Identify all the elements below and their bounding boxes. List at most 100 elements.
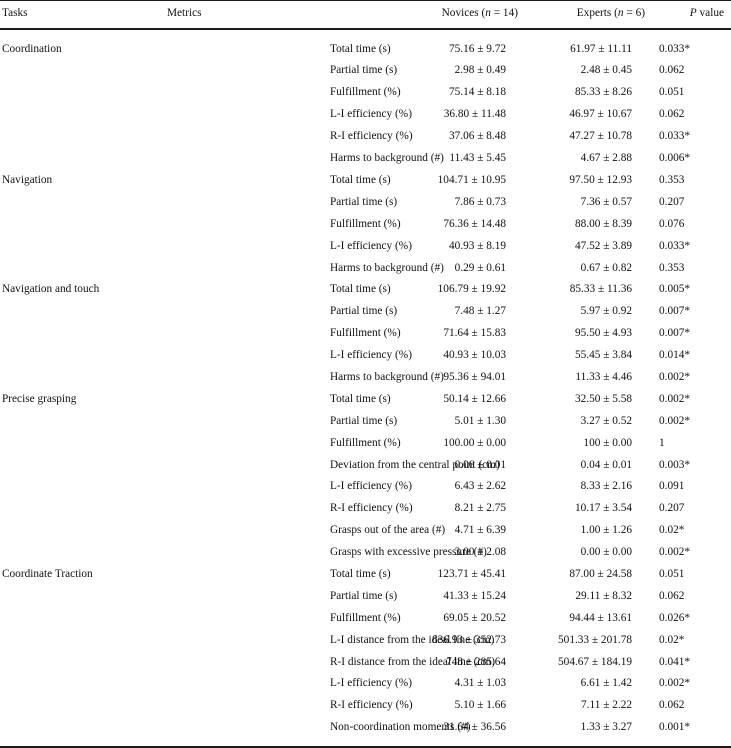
metric-label: Grasps out of the area (#) (330, 524, 446, 537)
metric-label: Fulfillment (%) (330, 86, 401, 99)
novices-value: 100.00 ± 0.00 (443, 436, 506, 449)
metric-label: Deviation from the central point (cm) (330, 458, 500, 471)
experts-value: 55.45 ± 3.84 (574, 349, 632, 362)
column-header-pvalue: P value (645, 1, 731, 29)
metric-label: Grasps with excessive pressure (#) (330, 546, 487, 559)
experts-value: 88.00 ± 8.39 (574, 217, 632, 230)
table-row: Partial time (s) 5.01 ± 1.30 3.27 ± 0.52 0.… (0, 410, 731, 432)
metric-label: Partial time (s) (330, 195, 398, 208)
table-row: Coordinate Traction Total time (s) 123.71 … (0, 564, 731, 586)
experts-value: 94.44 ± 13.61 (569, 611, 632, 624)
experts-value: 501.33 ± 201.78 (558, 633, 632, 646)
metric-label: Fulfillment (%) (330, 436, 401, 449)
task-cell-empty (0, 695, 165, 717)
task-cell-empty (0, 104, 165, 126)
novices-prefix: Novices ( (441, 7, 486, 19)
table-row: Fulfillment (%) 75.14 ± 8.18 85.33 ± 8.26 0… (0, 82, 731, 104)
task-cell-empty (0, 432, 165, 454)
table-header: Tasks Metrics Novices (n = 14) Experts (… (0, 0, 731, 32)
novices-value: 104.71 ± 10.95 (437, 173, 506, 186)
experts-value: 8.33 ± 2.16 (580, 480, 632, 493)
p-value: 0.062 (659, 589, 685, 602)
task-cell-empty (0, 367, 165, 389)
experts-value: 11.33 ± 4.46 (575, 370, 632, 383)
p-value: 0.006* (659, 152, 691, 165)
metric-label: Harms to background (#) (330, 261, 444, 274)
novices-value: 106.79 ± 19.92 (437, 283, 506, 296)
p-value: 0.353 (659, 261, 685, 274)
task-cell-empty (0, 410, 165, 432)
task-cell-empty (0, 323, 165, 345)
metric-label: Harms to background (#) (330, 370, 444, 383)
table-row: L-I efficiency (%) 36.80 ± 11.48 46.97 ± 1… (0, 104, 731, 126)
p-value: 0.062 (659, 64, 685, 77)
experts-value: 29.11 ± 8.32 (575, 589, 632, 602)
experts-value: 32.50 ± 5.58 (574, 392, 632, 405)
p-value: 0.062 (659, 108, 685, 121)
experts-value: 3.27 ± 0.52 (580, 414, 632, 427)
table-row: Harms to background (#) 95.36 ± 94.01 11.3… (0, 367, 731, 389)
metric-label: R-I distance from the ideal line (cm) (330, 655, 495, 668)
experts-value: 46.97 ± 10.67 (569, 108, 632, 121)
novices-value: 2.98 ± 0.49 (454, 64, 506, 77)
experts-value: 47.27 ± 10.78 (569, 130, 632, 143)
table-row: L-I efficiency (%) 40.93 ± 8.19 47.52 ± 3.… (0, 235, 731, 257)
table-row: Fulfillment (%) 76.36 ± 14.48 88.00 ± 8.39… (0, 213, 731, 235)
metric-label: R-I efficiency (%) (330, 502, 413, 515)
experts-value: 7.36 ± 0.57 (580, 195, 632, 208)
task-group-label: Navigation and touch (2, 283, 100, 296)
column-header-metrics: Metrics (167, 7, 202, 19)
task-cell-empty (0, 651, 165, 673)
column-header-tasks: Tasks (2, 7, 28, 19)
experts-value: 95.50 ± 4.93 (574, 327, 632, 340)
experts-value: 85.33 ± 11.36 (569, 283, 632, 296)
p-value: 0.026* (659, 611, 691, 624)
table-row: Navigation Total time (s) 104.71 ± 10.95 97… (0, 170, 731, 192)
header-row: Tasks Metrics Novices (n = 14) Experts (… (0, 1, 731, 29)
experts-value: 0.04 ± 0.01 (580, 458, 632, 471)
experts-suffix: = 6) (623, 7, 645, 19)
novices-value: 71.64 ± 15.83 (443, 327, 506, 340)
experts-value: 0.67 ± 0.82 (580, 261, 632, 274)
p-value: 0.002* (659, 392, 691, 405)
task-cell-empty (0, 498, 165, 520)
experts-value: 100 ± 0.00 (583, 436, 632, 449)
metric-label: Non-coordination moments (#) (330, 721, 471, 734)
novices-value: 50.14 ± 12.66 (443, 392, 506, 405)
task-cell-empty (0, 629, 165, 651)
task-group-label: Coordinate Traction (2, 567, 93, 580)
metric-label: Fulfillment (%) (330, 611, 401, 624)
table-row: Grasps with excessive pressure (#) 3.00 ±… (0, 542, 731, 564)
metric-label: L-I distance from the ideal line (cm) (330, 633, 495, 646)
p-value: 0.033* (659, 42, 691, 55)
table-row: Fulfillment (%) 69.05 ± 20.52 94.44 ± 13.6… (0, 607, 731, 629)
task-group-label: Coordination (2, 42, 62, 55)
pvalue-suffix: value (696, 7, 724, 19)
table-row: Deviation from the central point (cm) 0.0… (0, 454, 731, 476)
table-row: L-I distance from the ideal line (cm) 836… (0, 629, 731, 651)
task-cell-empty (0, 301, 165, 323)
task-cell-empty (0, 542, 165, 564)
table-row: R-I efficiency (%) 37.06 ± 8.48 47.27 ± 10… (0, 126, 731, 148)
novices-value: 75.16 ± 9.72 (448, 42, 506, 55)
experts-value: 2.48 ± 0.45 (580, 64, 632, 77)
task-cell-empty (0, 454, 165, 476)
p-value: 0.014* (659, 349, 691, 362)
p-value: 0.076 (659, 217, 685, 230)
pvalue-p-italic: P (689, 7, 697, 19)
p-value: 0.002* (659, 414, 691, 427)
table-row: Partial time (s) 2.98 ± 0.49 2.48 ± 0.45 0.… (0, 60, 731, 82)
metric-label: L-I efficiency (%) (330, 108, 412, 121)
metric-label: Total time (s) (330, 283, 391, 296)
task-cell-empty (0, 520, 165, 542)
table-row: Partial time (s) 41.33 ± 15.24 29.11 ± 8.3… (0, 586, 731, 608)
metric-label: Total time (s) (330, 392, 391, 405)
task-cell-empty (0, 257, 165, 279)
metric-label: Total time (s) (330, 567, 391, 580)
metric-label: Total time (s) (330, 173, 391, 186)
p-value: 0.207 (659, 502, 685, 515)
novices-value: 76.36 ± 14.48 (443, 217, 506, 230)
metric-label: R-I efficiency (%) (330, 699, 413, 712)
task-cell-empty (0, 476, 165, 498)
p-value: 0.007* (659, 327, 691, 340)
